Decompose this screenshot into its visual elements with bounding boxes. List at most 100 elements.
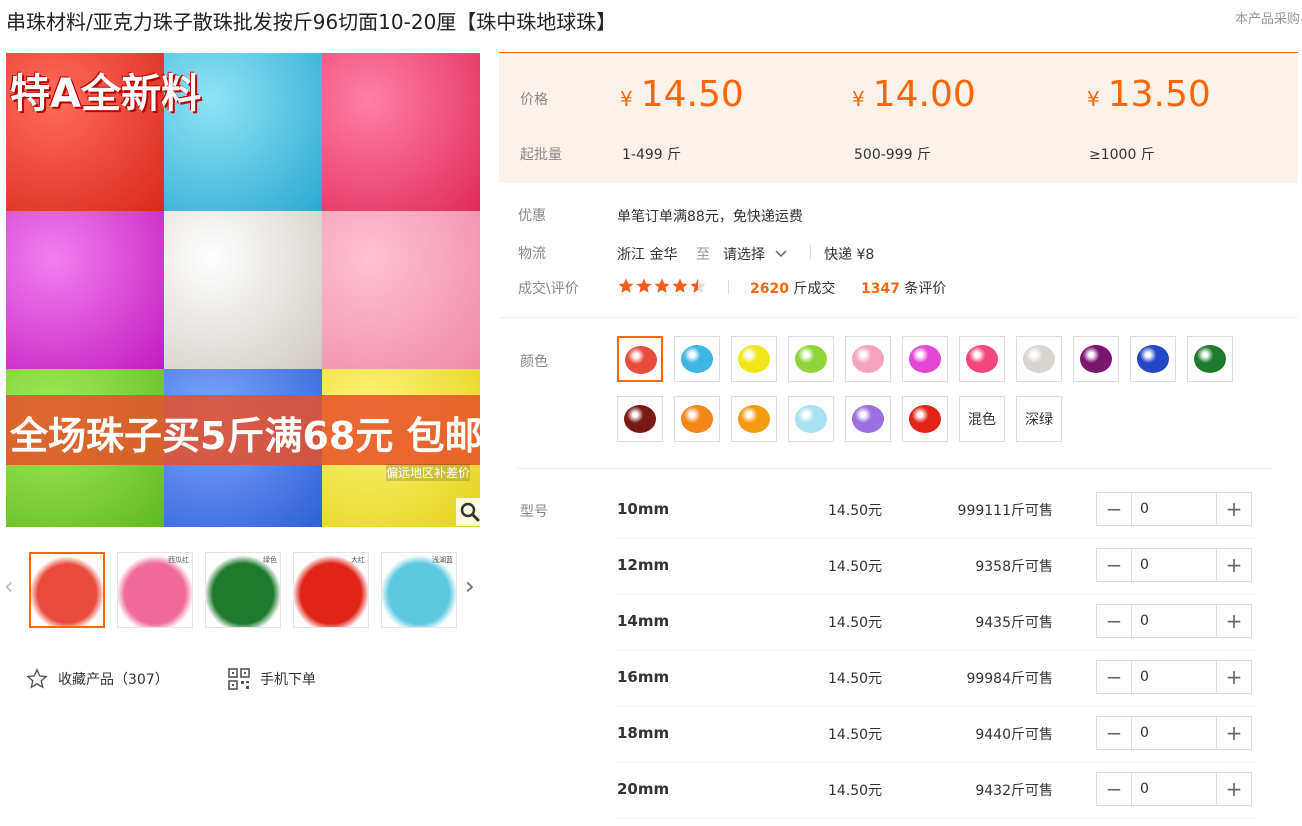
increment-button[interactable]: + <box>1216 549 1251 581</box>
increment-button[interactable]: + <box>1216 773 1251 805</box>
color-sample <box>738 345 770 373</box>
tier-price: ¥14.50 <box>620 74 744 115</box>
color-option[interactable] <box>674 336 720 382</box>
destination-select[interactable]: 请选择 <box>723 244 787 264</box>
tier-range: 1-499 斤 <box>622 147 682 163</box>
color-option[interactable] <box>674 396 720 442</box>
star-rating-icon <box>636 278 652 293</box>
thumbnail[interactable]: 大红 <box>293 552 369 628</box>
color-option[interactable] <box>845 336 891 382</box>
thumbnail-label: 西瓜红 <box>168 556 189 564</box>
color-sample <box>738 405 770 433</box>
color-option[interactable] <box>617 336 663 382</box>
variant-price: 14.50元 <box>828 780 882 800</box>
decrement-button[interactable]: − <box>1097 493 1132 525</box>
color-option[interactable] <box>1073 336 1119 382</box>
main-product-image[interactable]: 特A全新料 全场珠子买5斤满68元 包邮 偏远地区补差价 <box>6 53 480 527</box>
star-rating-icon <box>672 278 688 293</box>
tier-price: ¥13.50 <box>1087 74 1211 115</box>
color-option[interactable] <box>731 336 777 382</box>
variant-row: 20mm14.50元9432斤可售−+ <box>617 762 1257 819</box>
color-option[interactable] <box>902 336 948 382</box>
color-sample <box>909 345 941 373</box>
review-summary[interactable]: 1347 条评价 <box>861 278 946 298</box>
quantity-input[interactable] <box>1132 605 1216 637</box>
divider <box>517 468 1273 469</box>
decrement-button[interactable]: − <box>1097 773 1132 805</box>
color-option[interactable] <box>845 396 891 442</box>
shipping-fee: 快递 ¥8 <box>824 247 875 263</box>
variant-stock-value: 9432 <box>975 783 1011 799</box>
thumbnail[interactable]: 西瓜红 <box>117 552 193 628</box>
color-option[interactable] <box>788 396 834 442</box>
quantity-input[interactable] <box>1132 493 1216 525</box>
color-option[interactable] <box>617 396 663 442</box>
thumb-next-arrow-icon[interactable]: › <box>465 572 475 600</box>
thumbnail-label: 大红 <box>351 556 365 564</box>
bead-cell-magenta <box>6 211 164 369</box>
decrement-button[interactable]: − <box>1097 549 1132 581</box>
thumbnail-label: 绿色 <box>263 556 277 564</box>
tier-price-value: 14.00 <box>872 74 976 115</box>
color-sample <box>681 345 713 373</box>
qty-label: 起批量 <box>520 147 562 163</box>
mobile-order-button[interactable]: 手机下单 <box>228 668 316 690</box>
decrement-button[interactable]: − <box>1097 717 1132 749</box>
variant-name: 12mm <box>617 556 670 574</box>
thumb-prev-arrow-icon[interactable]: ‹ <box>4 572 14 600</box>
sold-unit: 斤成交 <box>793 281 836 297</box>
variant-name: 16mm <box>617 668 670 686</box>
variant-stock: 99984斤可售 <box>950 668 1053 688</box>
variant-price-value: 14.50 <box>828 671 869 687</box>
variant-stock-suffix: 斤可售 <box>1011 503 1053 519</box>
color-sample <box>681 405 713 433</box>
deal-divider <box>728 280 729 294</box>
variant-stock-value: 9435 <box>975 615 1011 631</box>
increment-button[interactable]: + <box>1216 717 1251 749</box>
logistics-label: 物流 <box>518 246 546 262</box>
decrement-button[interactable]: − <box>1097 661 1132 693</box>
color-option[interactable]: 混色 <box>959 396 1005 442</box>
color-option[interactable]: 深绿 <box>1016 396 1062 442</box>
quantity-input[interactable] <box>1132 773 1216 805</box>
increment-button[interactable]: + <box>1216 605 1251 637</box>
color-option[interactable] <box>1130 336 1176 382</box>
variant-row: 16mm14.50元99984斤可售−+ <box>617 650 1257 707</box>
quantity-input[interactable] <box>1132 717 1216 749</box>
thumbnail[interactable]: 浅湖蓝 <box>381 552 457 628</box>
deal-label: 成交\评价 <box>518 281 579 297</box>
color-sample <box>1080 345 1112 373</box>
thumbnail[interactable] <box>29 552 105 628</box>
variant-stock: 9435斤可售 <box>950 612 1053 632</box>
variant-price-suffix: 元 <box>868 559 883 575</box>
thumbnail-label: 浅湖蓝 <box>432 556 453 564</box>
quantity-input[interactable] <box>1132 549 1216 581</box>
price-panel: 价格 起批量 ¥14.50 1-499 斤 ¥14.00 500-999 斤 ¥13.5… <box>499 52 1298 183</box>
currency-symbol: ¥ <box>1087 87 1100 111</box>
promo-subtext: 偏远地区补差价 <box>386 464 471 481</box>
chevron-down-icon <box>775 250 787 258</box>
quantity-stepper: −+ <box>1096 492 1252 526</box>
logistics-to: 至 <box>696 247 710 263</box>
color-option[interactable] <box>902 396 948 442</box>
color-option[interactable] <box>1016 336 1062 382</box>
color-option[interactable] <box>731 396 777 442</box>
color-option[interactable] <box>959 336 1005 382</box>
favorite-button[interactable]: 收藏产品（307） <box>26 668 169 690</box>
star-rating-icon <box>654 278 670 293</box>
currency-symbol: ¥ <box>620 87 633 111</box>
sold-summary[interactable]: 2620 斤成交 <box>750 278 835 298</box>
promo-label: 优惠 <box>518 208 546 224</box>
increment-button[interactable]: + <box>1216 493 1251 525</box>
variant-stock-value: 9440 <box>975 727 1011 743</box>
color-option[interactable] <box>1187 336 1233 382</box>
color-option[interactable] <box>788 336 834 382</box>
variant-price-suffix: 元 <box>868 503 883 519</box>
star-icon <box>26 668 48 689</box>
zoom-button[interactable] <box>456 498 480 526</box>
quantity-input[interactable] <box>1132 661 1216 693</box>
thumbnail[interactable]: 绿色 <box>205 552 281 628</box>
decrement-button[interactable]: − <box>1097 605 1132 637</box>
increment-button[interactable]: + <box>1216 661 1251 693</box>
variant-label: 型号 <box>520 504 548 520</box>
